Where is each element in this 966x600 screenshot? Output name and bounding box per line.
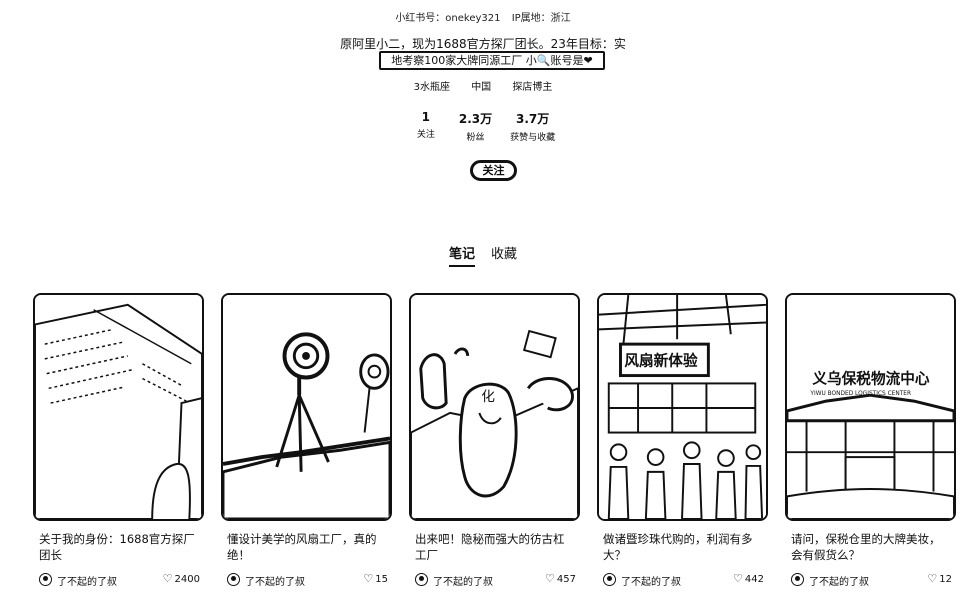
note-likes[interactable]: ♡ 15 bbox=[363, 573, 388, 585]
note-title[interactable]: 请问，保税仓里的大牌美妆，会有假货么？ bbox=[791, 531, 951, 563]
avatar[interactable] bbox=[791, 573, 804, 586]
tag-region: 中国 bbox=[471, 82, 492, 93]
profile-tabs: 笔记 收藏 bbox=[0, 243, 966, 267]
note-likes[interactable]: ♡ 442 bbox=[733, 573, 764, 585]
note-footer: 了不起的了叔 ♡ 442 bbox=[603, 572, 764, 588]
note-card[interactable]: 懂设计美学的风扇工厂，真的绝！ 了不起的了叔 ♡ 15 bbox=[221, 293, 392, 593]
tag-category: 探店博主 bbox=[512, 82, 553, 93]
stat-following-count: 1 bbox=[421, 110, 431, 124]
note-title[interactable]: 做诸暨珍珠代购的，利润有多大？ bbox=[603, 531, 763, 563]
note-title[interactable]: 懂设计美学的风扇工厂，真的绝！ bbox=[227, 531, 387, 563]
stat-fans-count: 2.3万 bbox=[458, 112, 493, 126]
note-card[interactable]: 义乌保税物流中心 YIWU BONDED LOGISTICS CENTER 请问… bbox=[785, 293, 956, 593]
note-author[interactable]: 了不起的了叔 bbox=[245, 573, 305, 588]
note-author[interactable]: 了不起的了叔 bbox=[433, 573, 493, 588]
note-likes[interactable]: ♡ 2400 bbox=[163, 573, 200, 585]
note-likes-count: 457 bbox=[556, 573, 576, 585]
note-likes-count: 2400 bbox=[174, 573, 200, 585]
avatar[interactable] bbox=[415, 573, 428, 586]
note-cover-image[interactable]: 化 bbox=[409, 293, 580, 521]
avatar[interactable] bbox=[227, 573, 240, 586]
tab-notes[interactable]: 笔记 bbox=[448, 243, 475, 267]
note-card[interactable]: 关于我的身份：1688官方探厂团长 了不起的了叔 ♡ 2400 bbox=[33, 293, 204, 593]
stat-likes-collects[interactable]: 3.7万 获赞与收藏 bbox=[510, 110, 555, 143]
avatar[interactable] bbox=[39, 573, 52, 586]
profile-meta: 小红书号：onekey321 IP属地：浙江 bbox=[0, 9, 966, 24]
heart-icon[interactable]: ♡ bbox=[363, 573, 373, 585]
thumb-sign-text: 风扇新体验 bbox=[624, 352, 698, 370]
notes-grid: 关于我的身份：1688官方探厂团长 了不起的了叔 ♡ 2400 懂设计美学的风扇… bbox=[33, 293, 956, 593]
stat-likes-count: 3.7万 bbox=[516, 112, 550, 126]
stat-following[interactable]: 1 关注 bbox=[411, 110, 441, 143]
heart-icon[interactable]: ♡ bbox=[163, 573, 173, 585]
heart-icon[interactable]: ♡ bbox=[733, 573, 743, 585]
stat-fans[interactable]: 2.3万 粉丝 bbox=[459, 110, 492, 143]
follow-button[interactable]: 关注 bbox=[470, 160, 517, 181]
tag-zodiac: 3水瓶座 bbox=[413, 82, 450, 93]
heart-icon[interactable]: ♡ bbox=[927, 573, 937, 585]
note-footer: 了不起的了叔 ♡ 15 bbox=[227, 572, 388, 588]
profile-stats: 1 关注 2.3万 粉丝 3.7万 获赞与收藏 bbox=[0, 110, 966, 143]
note-footer: 了不起的了叔 ♡ 12 bbox=[791, 572, 952, 588]
note-cover-image[interactable] bbox=[221, 293, 392, 521]
profile-tags: 3水瓶座 中国 探店博主 bbox=[0, 78, 966, 93]
profile-bio: 原阿里小二，现为1688官方探厂团长。23年目标：实 bbox=[340, 37, 626, 51]
note-card[interactable]: 风扇新体验 做诸暨珍珠代购的，利润有多大？ 了不起的了叔 ♡ 442 bbox=[597, 293, 768, 593]
note-cover-image[interactable]: 风扇新体验 bbox=[597, 293, 768, 521]
note-likes-count: 442 bbox=[744, 573, 764, 585]
note-footer: 了不起的了叔 ♡ 2400 bbox=[39, 572, 200, 588]
note-cover-image[interactable] bbox=[33, 293, 204, 521]
note-title[interactable]: 关于我的身份：1688官方探厂团长 bbox=[39, 531, 199, 563]
note-likes-count: 15 bbox=[375, 573, 388, 585]
note-title[interactable]: 出来吧！隐秘而强大的彷古杠工厂 bbox=[415, 531, 575, 563]
avatar[interactable] bbox=[603, 573, 616, 586]
heart-icon[interactable]: ♡ bbox=[545, 573, 555, 585]
tab-collections[interactable]: 收藏 bbox=[491, 243, 517, 267]
stat-fans-label: 粉丝 bbox=[466, 133, 485, 143]
stat-following-label: 关注 bbox=[416, 130, 435, 140]
note-likes[interactable]: ♡ 12 bbox=[927, 573, 952, 585]
profile-bio-highlight: 地考察100家大牌同源工厂 小🔍账号是❤ bbox=[379, 51, 605, 70]
note-author[interactable]: 了不起的了叔 bbox=[57, 573, 117, 588]
note-card[interactable]: 化 出来吧！隐秘而强大的彷古杠工厂 了不起的了叔 ♡ 457 bbox=[409, 293, 580, 593]
ip-location: IP属地：浙江 bbox=[511, 13, 571, 24]
note-cover-image[interactable]: 义乌保税物流中心 YIWU BONDED LOGISTICS CENTER bbox=[785, 293, 956, 521]
note-author[interactable]: 了不起的了叔 bbox=[621, 573, 681, 588]
stat-likes-label: 获赞与收藏 bbox=[510, 133, 556, 143]
note-likes-count: 12 bbox=[939, 573, 952, 585]
thumb-badge-text: 化 bbox=[481, 389, 495, 405]
note-likes[interactable]: ♡ 457 bbox=[545, 573, 576, 585]
note-footer: 了不起的了叔 ♡ 457 bbox=[415, 572, 576, 588]
note-author[interactable]: 了不起的了叔 bbox=[809, 573, 869, 588]
thumb-sign-text: 义乌保税物流中心 bbox=[811, 369, 929, 387]
red-id: 小红书号：onekey321 bbox=[395, 13, 501, 24]
